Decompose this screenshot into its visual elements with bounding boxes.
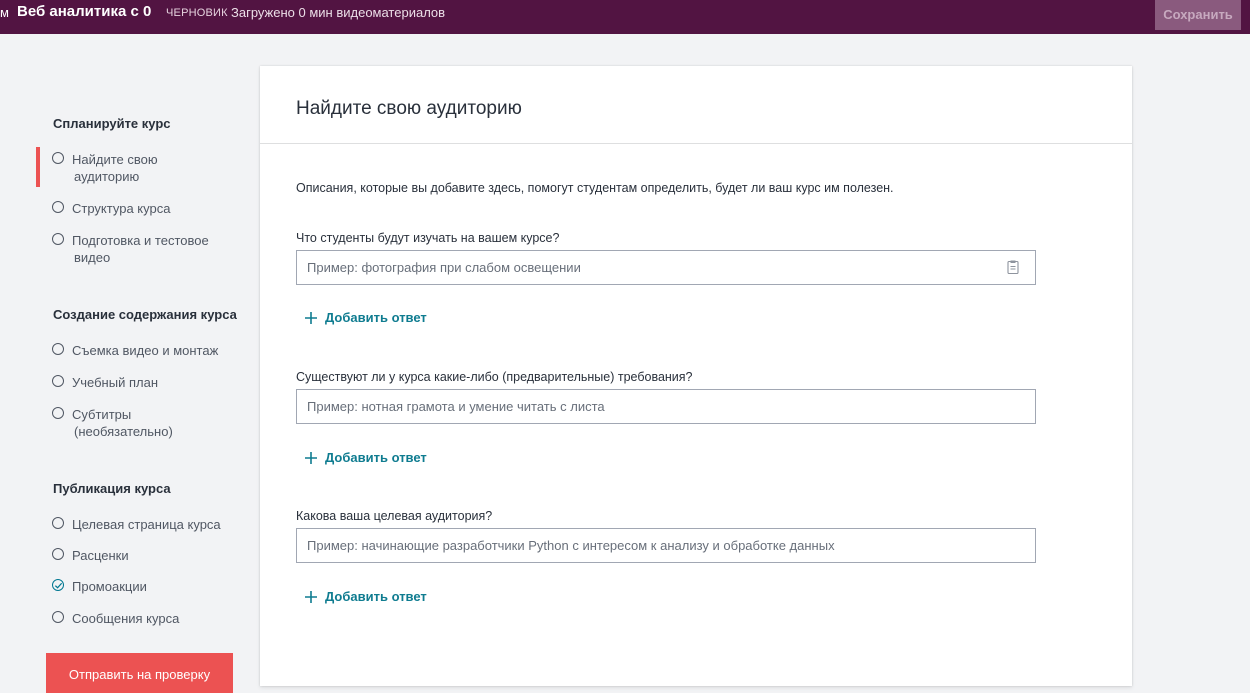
circle-icon bbox=[52, 201, 64, 213]
sidebar-item-landing-page[interactable]: Целевая страница курса bbox=[52, 516, 242, 533]
circle-icon bbox=[52, 375, 64, 387]
add-answer-label: Добавить ответ bbox=[325, 310, 427, 325]
plus-icon bbox=[305, 590, 317, 603]
circle-icon bbox=[52, 611, 64, 623]
submit-for-review-button[interactable]: Отправить на проверку bbox=[46, 653, 233, 693]
sidebar-item-label: Субтитры bbox=[72, 407, 132, 422]
back-link[interactable]: м bbox=[0, 5, 9, 20]
active-item-indicator bbox=[36, 147, 40, 187]
panel-header: Найдите свою аудиторию bbox=[260, 66, 1132, 144]
question-label-requirements: Существуют ли у курса какие-либо (предва… bbox=[296, 370, 693, 384]
sidebar-item-label: Расценки bbox=[72, 548, 129, 563]
sidebar-item-captions[interactable]: Субтитры (необязательно) bbox=[52, 406, 242, 440]
circle-icon bbox=[52, 548, 64, 560]
sidebar-item-curriculum[interactable]: Учебный план bbox=[52, 374, 242, 391]
sidebar-item-structure[interactable]: Структура курса bbox=[52, 200, 242, 217]
sidebar-heading-plan: Спланируйте курс bbox=[53, 116, 171, 131]
sidebar-item-audience[interactable]: Найдите свою аудиторию bbox=[52, 151, 242, 185]
add-answer-button-requirements[interactable]: Добавить ответ bbox=[304, 450, 427, 465]
sidebar-item-label: Найдите свою bbox=[72, 152, 158, 167]
main-panel: Найдите свою аудиторию Описания, которые… bbox=[260, 66, 1132, 686]
sidebar-item-label: Съемка видео и монтаж bbox=[72, 343, 219, 358]
circle-icon bbox=[52, 233, 64, 245]
sidebar-heading-publish: Публикация курса bbox=[53, 481, 171, 496]
sidebar-item-label: Подготовка и тестовое bbox=[72, 233, 209, 248]
save-button[interactable]: Сохранить bbox=[1155, 0, 1241, 30]
question-label-audience: Какова ваша целевая аудитория? bbox=[296, 509, 493, 523]
sidebar-item-label: Сообщения курса bbox=[72, 611, 180, 626]
sidebar-item-label-line2: видео bbox=[74, 250, 111, 265]
sidebar-heading-create: Создание содержания курса bbox=[53, 307, 237, 322]
top-bar: м Веб аналитика с 0 ЧЕРНОВИК Загружено 0… bbox=[0, 0, 1250, 34]
audience-answer-input[interactable] bbox=[296, 528, 1036, 563]
sidebar-item-label-line2: (необязательно) bbox=[74, 424, 173, 439]
circle-icon bbox=[52, 343, 64, 355]
upload-status: Загружено 0 мин видеоматериалов bbox=[231, 5, 446, 20]
status-badge: ЧЕРНОВИК bbox=[166, 7, 228, 19]
add-answer-label: Добавить ответ bbox=[325, 589, 427, 604]
sidebar-item-label-line2: аудиторию bbox=[74, 169, 140, 184]
add-answer-label: Добавить ответ bbox=[325, 450, 427, 465]
question-label-learn: Что студенты будут изучать на вашем курс… bbox=[296, 231, 560, 245]
page-title: Найдите свою аудиторию bbox=[296, 98, 522, 119]
sidebar-item-course-messages[interactable]: Сообщения курса bbox=[52, 610, 242, 627]
sidebar-item-film-edit[interactable]: Съемка видео и монтаж bbox=[52, 342, 242, 359]
sidebar-item-label: Учебный план bbox=[72, 375, 158, 390]
add-answer-button-learn[interactable]: Добавить ответ bbox=[304, 310, 427, 325]
sidebar-item-promotions[interactable]: Промоакции bbox=[52, 578, 242, 595]
sidebar-item-label: Целевая страница курса bbox=[72, 517, 221, 532]
add-answer-button-audience[interactable]: Добавить ответ bbox=[304, 589, 427, 604]
plus-icon bbox=[305, 311, 317, 324]
sidebar-item-setup-test-video[interactable]: Подготовка и тестовое видео bbox=[52, 232, 242, 266]
clipboard-icon bbox=[1007, 260, 1019, 274]
learn-answer-input[interactable] bbox=[296, 250, 1036, 285]
sidebar-item-pricing[interactable]: Расценки bbox=[52, 547, 242, 564]
circle-icon bbox=[52, 152, 64, 164]
sidebar-item-label: Структура курса bbox=[72, 201, 171, 216]
plus-icon bbox=[305, 451, 317, 464]
intro-text: Описания, которые вы добавите здесь, пом… bbox=[296, 181, 894, 195]
course-title: Веб аналитика с 0 bbox=[17, 3, 152, 20]
sidebar-item-label: Промоакции bbox=[72, 579, 147, 594]
requirements-answer-input[interactable] bbox=[296, 389, 1036, 424]
circle-icon bbox=[52, 517, 64, 529]
circle-icon bbox=[52, 407, 64, 419]
check-circle-icon bbox=[52, 579, 64, 591]
